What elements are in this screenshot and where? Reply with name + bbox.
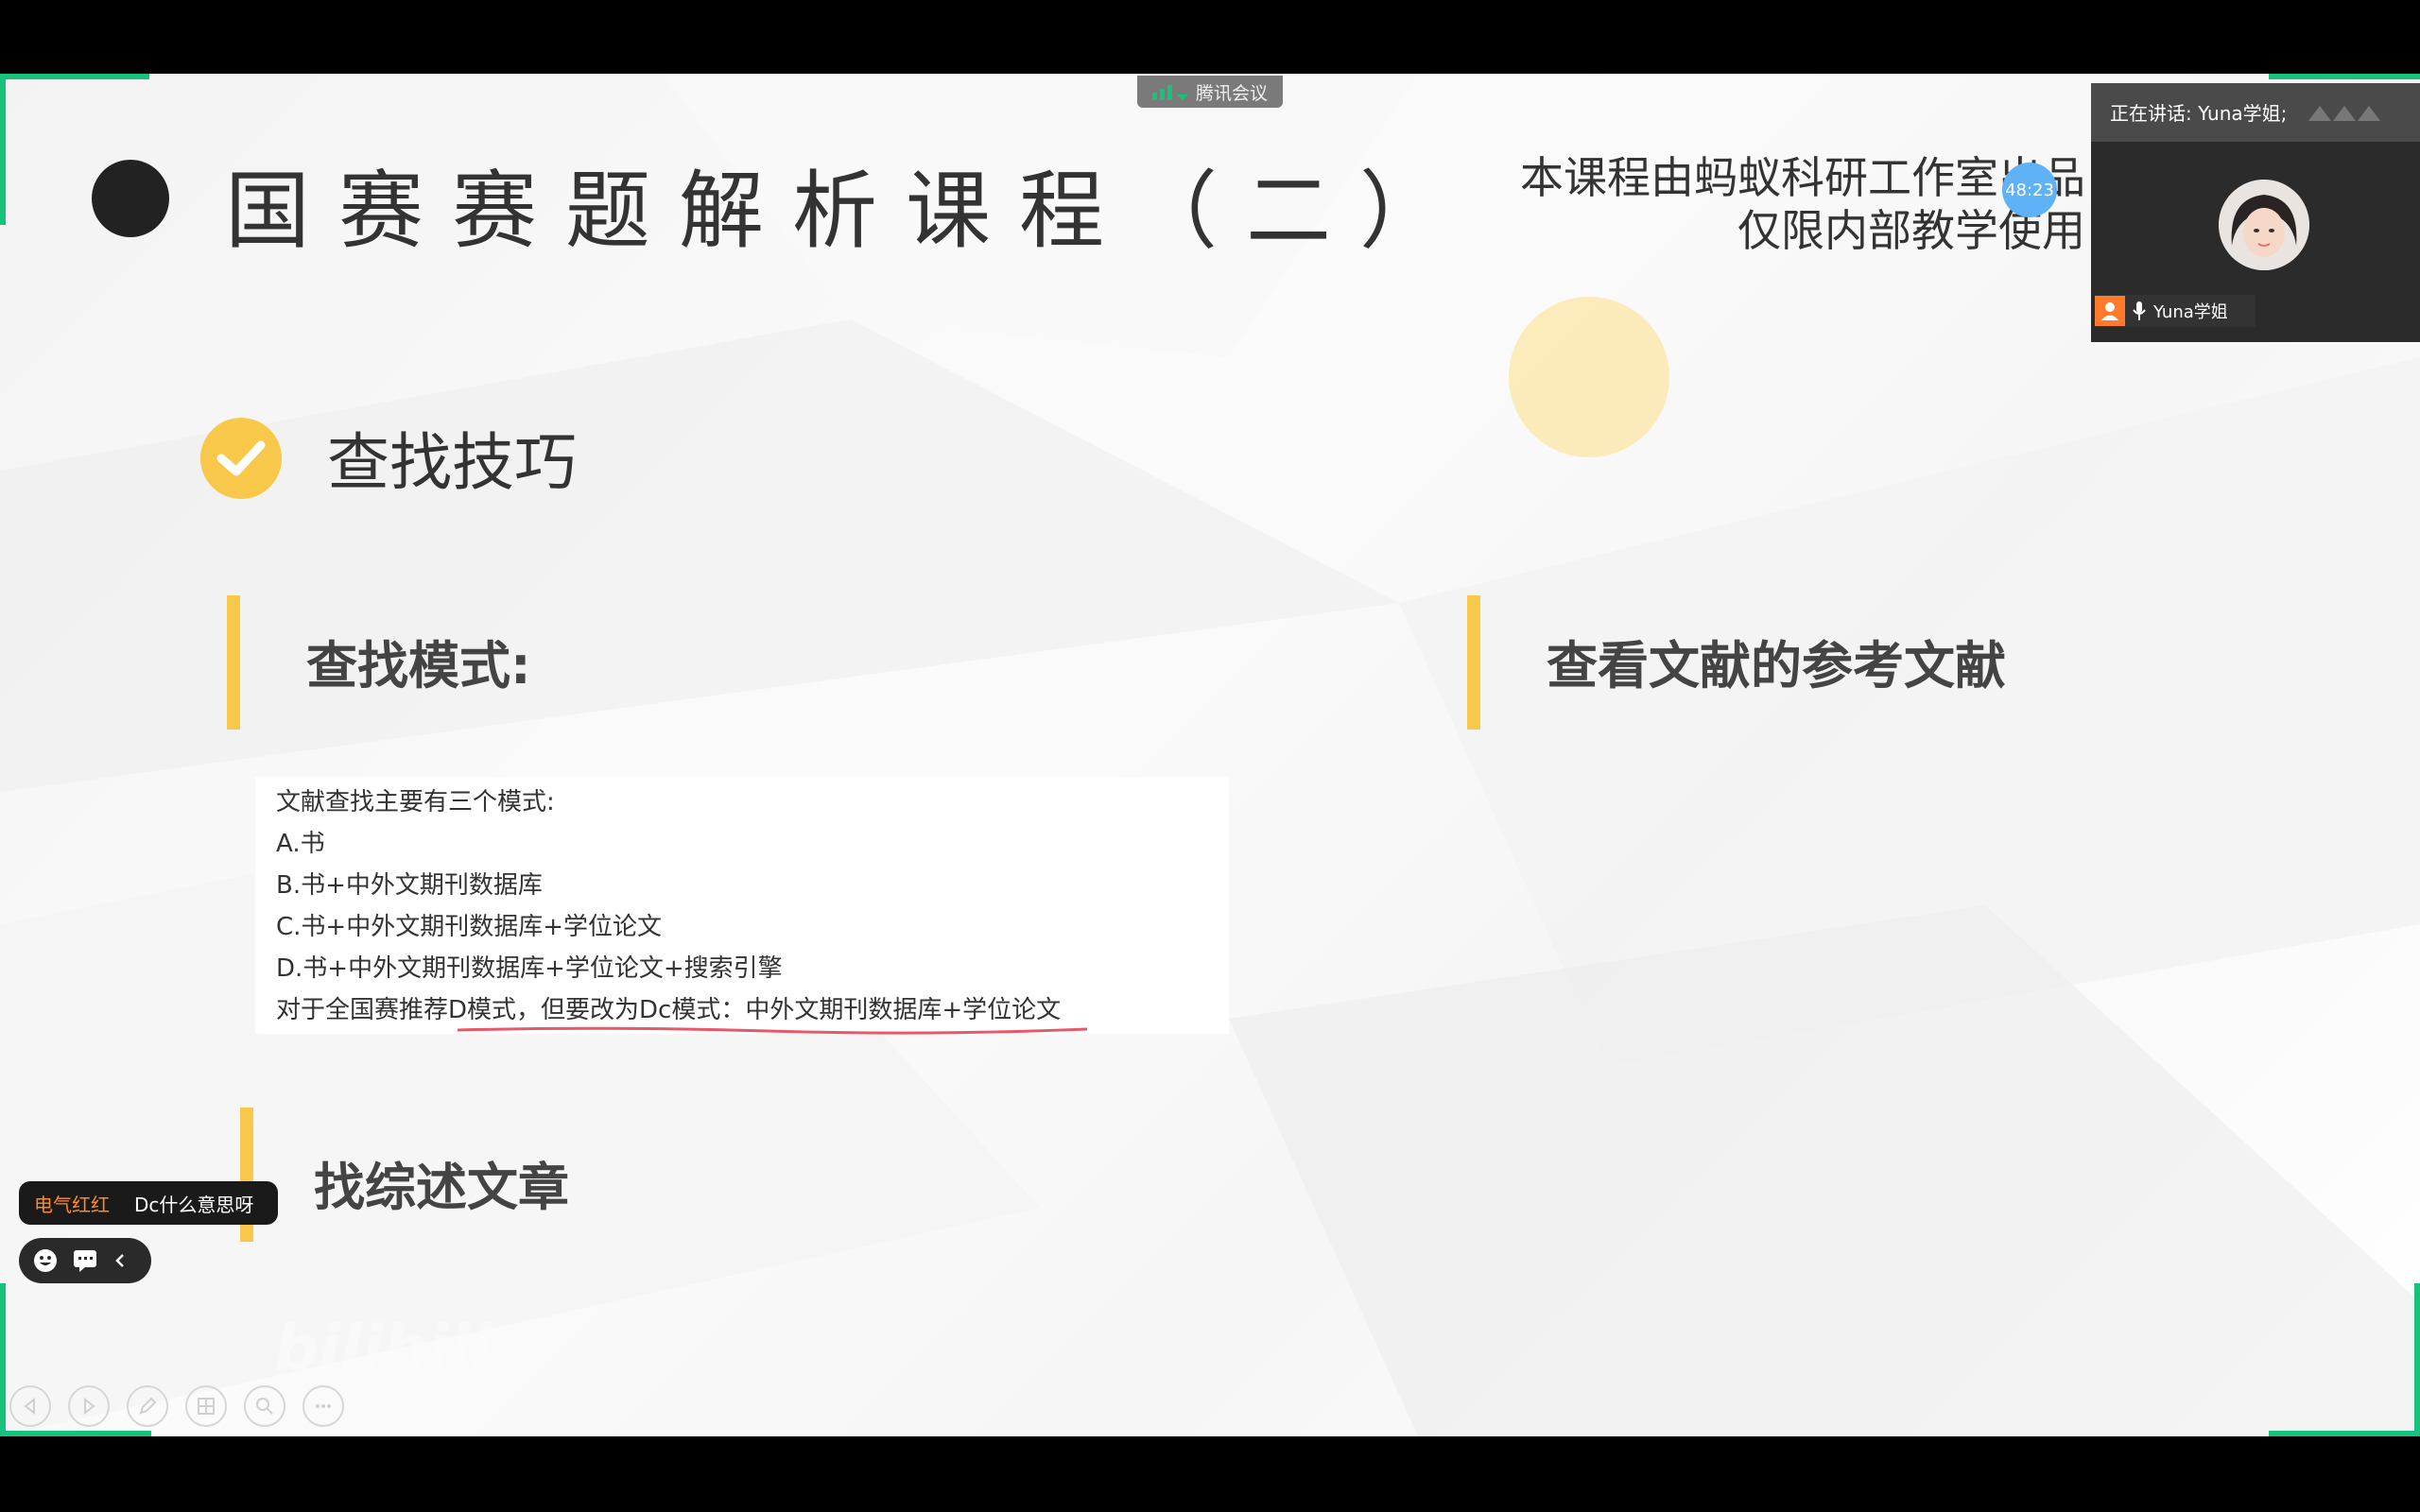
text-line-5: D.书+中外文期刊数据库+学位论文+搜索引擎 — [276, 954, 783, 983]
danmaku-comment: 电气红红 Dc什么意思呀 — [19, 1181, 278, 1225]
corner-accent-top-left-h — [0, 74, 149, 79]
zoom-button[interactable] — [244, 1385, 285, 1427]
meeting-app-label: 腾讯会议 — [1195, 82, 1268, 104]
previous-slide-button[interactable] — [9, 1385, 51, 1427]
participant-avatar — [2219, 180, 2309, 270]
signal-icon — [1151, 85, 1188, 100]
accent-bar-1 — [227, 595, 240, 730]
video-panel-header: 正在讲话: Yuna学姐; — [2091, 83, 2420, 142]
slide-title: 国赛赛题解析课程（二） — [225, 162, 1473, 261]
sub-heading-references: 查看文献的参考文献 — [1547, 636, 2006, 696]
chevron-left-icon[interactable] — [112, 1249, 129, 1272]
arrow-right-icon — [84, 1397, 95, 1416]
danmaku-user: 电气红红 — [34, 1193, 110, 1216]
text-line-1: 文献查找主要有三个模式: — [276, 788, 555, 816]
menu-icon[interactable] — [2305, 102, 2399, 125]
more-options-button[interactable] — [302, 1385, 344, 1427]
course-note-line-2: 仅限内部教学使用 — [1737, 205, 2085, 256]
pen-icon — [139, 1397, 157, 1415]
slides-overview-button[interactable] — [185, 1385, 227, 1427]
slides-icon — [198, 1398, 215, 1415]
danmaku-message: Dc什么意思呀 — [134, 1193, 254, 1216]
sub-heading-search-mode: 查找模式: — [306, 636, 531, 696]
course-note: 本课程由蚂蚁科研工作室出品 仅限内部教学使用 — [1520, 151, 2085, 257]
corner-accent-bottom-right-v — [2414, 1283, 2420, 1436]
meeting-app-badge[interactable]: 腾讯会议 — [1137, 76, 1283, 108]
participant-name-tag: Yuna学姐 — [2095, 295, 2256, 327]
user-icon — [2095, 296, 2125, 326]
text-line-4: C.书+中外文期刊数据库+学位论文 — [276, 913, 662, 941]
slide-toolbar — [9, 1385, 344, 1427]
screen: 国赛赛题解析课程（二） 本课程由蚂蚁科研工作室出品 仅限内部教学使用 48:23… — [0, 0, 2420, 1512]
corner-accent-bottom-right-h — [2269, 1431, 2420, 1436]
text-line-3: B.书+中外文期刊数据库 — [276, 871, 543, 900]
next-slide-button[interactable] — [68, 1385, 110, 1427]
more-icon — [316, 1404, 331, 1408]
danmaku-toolbar[interactable] — [19, 1238, 151, 1283]
sub-heading-review-articles: 找综述文章 — [314, 1158, 569, 1217]
participant-video-panel[interactable]: 正在讲话: Yuna学姐; Yuna学姐 — [2091, 83, 2420, 342]
text-line-2: A.书 — [276, 830, 325, 858]
accent-bar-2 — [1467, 595, 1480, 730]
decorative-circle — [1509, 297, 1669, 457]
corner-accent-top-left-v — [0, 74, 6, 225]
magnifier-icon — [256, 1398, 273, 1415]
corner-accent-top-right-h — [2269, 74, 2420, 79]
presentation-slide — [0, 74, 2420, 1436]
background-polygons — [0, 74, 2420, 1436]
text-line-6: 对于全国赛推荐D模式，但要改为Dc模式：中外文期刊数据库+学位论文 — [276, 996, 1062, 1024]
danmaku-icon[interactable] — [72, 1248, 98, 1273]
course-note-line-1: 本课程由蚂蚁科研工作室出品 — [1520, 152, 2085, 203]
red-underline-annotation — [457, 1026, 1088, 1035]
check-icon — [200, 418, 282, 499]
participant-name: Yuna学姐 — [2153, 302, 2228, 322]
microphone-icon — [2133, 301, 2146, 320]
speaking-label: 正在讲话: Yuna学姐; — [2110, 102, 2288, 125]
bilibili-watermark: bilibili — [274, 1312, 493, 1384]
corner-accent-bottom-left-v — [0, 1283, 6, 1436]
title-bullet-dot — [92, 160, 169, 237]
timer-bubble[interactable]: 48:23 — [2002, 163, 2057, 217]
pen-tool-button[interactable] — [127, 1385, 168, 1427]
section-heading: 查找技巧 — [327, 426, 577, 499]
search-mode-text-box: 文献查找主要有三个模式: A.书 B.书+中外文期刊数据库 C.书+中外文期刊数… — [255, 777, 1229, 1034]
emoji-icon[interactable] — [32, 1247, 59, 1274]
arrow-left-icon — [24, 1397, 35, 1416]
corner-accent-bottom-left-h — [0, 1431, 151, 1436]
